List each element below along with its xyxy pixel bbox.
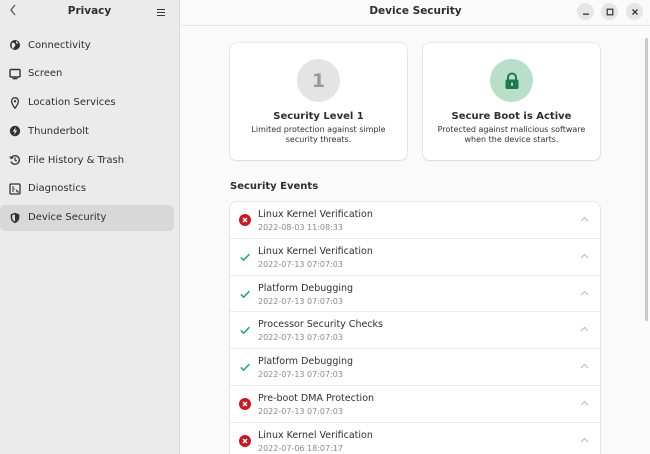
sidebar-item-label: Diagnostics <box>28 183 87 195</box>
sidebar-item-device-security[interactable]: Device Security <box>0 204 174 231</box>
hamburger-line <box>157 8 165 10</box>
event-timestamp: 2022-07-13 07:07:03 <box>258 296 343 306</box>
sidebar-item-label: File History & Trash <box>28 154 125 166</box>
chevron-up-icon <box>580 326 589 332</box>
sidebar-nav: Connectivity Screen Location Services Th… <box>0 32 180 233</box>
checkmark-icon <box>239 251 251 263</box>
event-timestamp: 2022-07-13 07:07:03 <box>258 406 343 416</box>
chevron-up-icon <box>580 400 589 406</box>
event-timestamp: 2022-07-06 18:07:17 <box>258 443 343 453</box>
history-icon <box>9 154 21 166</box>
event-name: Pre-boot DMA Protection <box>258 392 375 404</box>
card-description: Limited protection against simple securi… <box>251 125 386 144</box>
list-item[interactable]: Pre-boot DMA Protection 2022-07-13 07:07… <box>230 386 600 423</box>
sidebar-item-label: Screen <box>28 68 63 80</box>
checkmark-icon <box>239 361 251 373</box>
security-events-list: Linux Kernel Verification 2022-08-03 11:… <box>230 202 600 454</box>
minimize-button[interactable] <box>577 3 594 20</box>
hamburger-line <box>157 11 165 13</box>
secure-boot-badge <box>490 59 533 102</box>
event-timestamp: 2022-08-03 11:08:33 <box>258 223 343 232</box>
event-name: Linux Kernel Verification <box>258 245 373 257</box>
scrollbar[interactable] <box>645 38 648 321</box>
thunderbolt-icon <box>9 125 21 137</box>
close-button[interactable] <box>626 3 643 20</box>
checkmark-icon <box>239 324 251 336</box>
sidebar-item-label: Location Services <box>28 97 116 108</box>
card-title: Security Level 1 <box>273 111 364 122</box>
checkmark-icon <box>239 288 251 300</box>
event-name: Linux Kernel Verification <box>258 429 373 441</box>
maximize-icon <box>606 8 613 15</box>
event-timestamp: 2022-07-13 07:07:03 <box>258 259 343 269</box>
list-item[interactable]: Linux Kernel Verification 2022-08-03 11:… <box>230 202 600 239</box>
sidebar-item-label: Thunderbolt <box>28 125 89 137</box>
close-icon <box>631 8 638 15</box>
monitor-icon <box>9 68 21 80</box>
chevron-up-icon <box>580 253 589 259</box>
sidebar-header: Privacy <box>0 0 179 26</box>
secure-boot-card[interactable]: Secure Boot is Active Protected against … <box>423 43 600 160</box>
security-level-badge: 1 <box>297 59 340 102</box>
chevron-up-icon <box>580 290 589 295</box>
sidebar-item-screen[interactable]: Screen <box>0 61 174 87</box>
location-pin-icon <box>9 96 21 109</box>
list-item[interactable]: Platform Debugging 2022-07-13 07:07:03 <box>230 349 600 386</box>
event-name: Platform Debugging <box>258 282 354 294</box>
card-description: Protected against malicious software whe… <box>437 125 586 144</box>
security-events-heading: Security Events <box>230 181 319 192</box>
sidebar: Privacy Connectivity Screen Location Ser… <box>0 0 180 454</box>
sidebar-item-label: Connectivity <box>28 39 91 51</box>
padlock-icon <box>505 71 518 89</box>
error-icon <box>239 397 251 410</box>
event-timestamp: 2022-07-13 07:07:03 <box>258 333 343 343</box>
minimize-icon <box>582 13 589 15</box>
sidebar-item-thunderbolt[interactable]: Thunderbolt <box>0 118 174 144</box>
event-name: Linux Kernel Verification <box>258 209 373 220</box>
error-icon <box>239 434 251 447</box>
main-header: Device Security <box>181 0 650 26</box>
sidebar-item-location-services[interactable]: Location Services <box>0 90 174 116</box>
sidebar-item-label: Device Security <box>28 212 107 223</box>
chevron-up-icon <box>580 216 589 222</box>
shield-icon <box>9 212 21 224</box>
list-item[interactable]: Linux Kernel Verification 2022-07-13 07:… <box>230 239 600 276</box>
chevron-up-icon <box>580 437 589 442</box>
globe-icon <box>9 39 21 51</box>
error-icon <box>239 214 251 226</box>
main-panel: Device Security 1 Security Level 1 Limit… <box>181 0 650 454</box>
event-name: Processor Security Checks <box>258 319 383 331</box>
sidebar-item-connectivity[interactable]: Connectivity <box>0 32 174 58</box>
sidebar-item-diagnostics[interactable]: Diagnostics <box>0 176 174 202</box>
hamburger-menu-button[interactable] <box>153 4 169 20</box>
event-timestamp: 2022-07-13 07:07:03 <box>258 370 343 379</box>
list-item[interactable]: Platform Debugging 2022-07-13 07:07:03 <box>230 276 600 313</box>
diagnostics-icon <box>9 183 21 195</box>
hamburger-line <box>157 14 165 16</box>
card-title: Secure Boot is Active <box>451 111 572 122</box>
chevron-up-icon <box>580 363 589 369</box>
list-item[interactable]: Linux Kernel Verification 2022-07-06 18:… <box>230 423 600 454</box>
maximize-button[interactable] <box>601 3 618 20</box>
sidebar-item-file-history[interactable]: File History & Trash <box>0 147 174 173</box>
list-item[interactable]: Processor Security Checks 2022-07-13 07:… <box>230 312 600 349</box>
event-name: Platform Debugging <box>258 356 354 367</box>
security-level-card[interactable]: 1 Security Level 1 Limited protection ag… <box>230 43 407 160</box>
